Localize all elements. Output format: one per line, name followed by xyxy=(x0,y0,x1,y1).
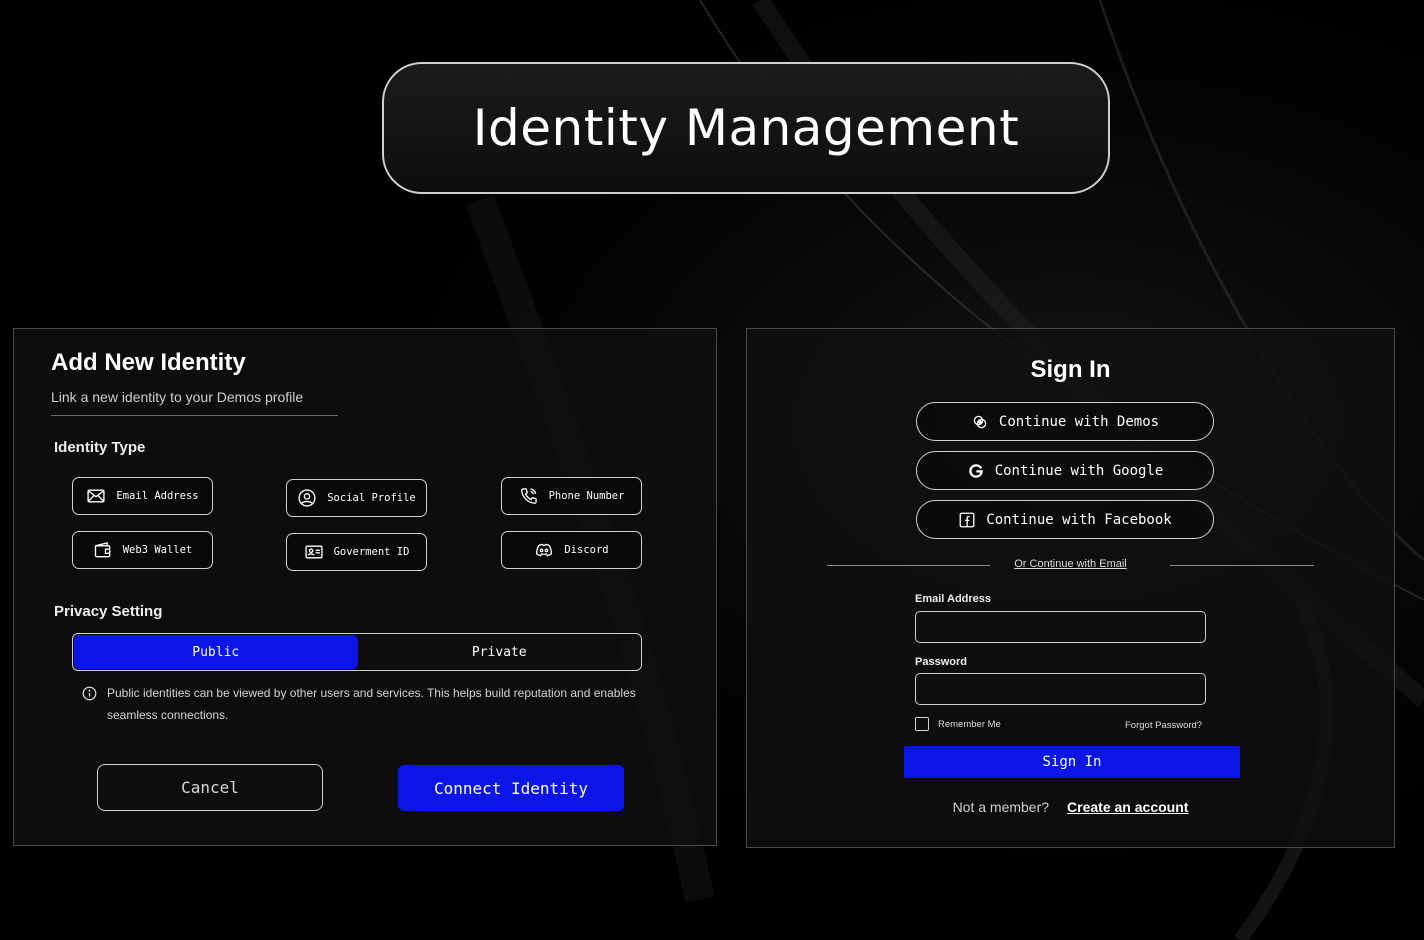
identity-type-label-text: Email Address xyxy=(116,490,199,502)
not-a-member-text: Not a member? xyxy=(952,799,1050,815)
privacy-option-private[interactable]: Private xyxy=(358,634,642,670)
email-label: Email Address xyxy=(915,593,992,605)
google-icon xyxy=(968,463,983,478)
privacy-setting-label: Privacy Setting xyxy=(54,603,163,620)
privacy-info: Public identities can be viewed by other… xyxy=(82,685,642,726)
identity-type-label-text: Web3 Wallet xyxy=(122,544,193,556)
identity-type-wallet[interactable]: Web3 Wallet xyxy=(72,531,213,569)
identity-type-phone[interactable]: Phone Number xyxy=(501,477,642,515)
sign-in-panel: Sign In Continue with Demos Continue wit… xyxy=(746,328,1395,848)
forgot-password-link[interactable]: Forgot Password? xyxy=(1125,720,1202,731)
add-identity-panel: Add New Identity Link a new identity to … xyxy=(13,328,717,846)
password-field[interactable] xyxy=(915,673,1206,705)
phone-icon xyxy=(520,488,537,504)
facebook-icon xyxy=(959,512,975,527)
title-divider xyxy=(51,415,338,416)
identity-type-email[interactable]: Email Address xyxy=(72,477,213,515)
cancel-button[interactable]: Cancel xyxy=(97,764,323,811)
identity-type-government-id[interactable]: Goverment ID xyxy=(286,533,427,571)
identity-type-label: Identity Type xyxy=(54,439,146,456)
info-icon xyxy=(82,686,97,701)
identity-type-discord[interactable]: Discord xyxy=(501,531,642,569)
email-field[interactable] xyxy=(915,611,1206,643)
hero-banner: Identity Management xyxy=(382,62,1110,194)
identity-type-label-text: Social Profile xyxy=(327,492,416,504)
remember-me-label: Remember Me xyxy=(938,718,1001,730)
privacy-info-text: Public identities can be viewed by other… xyxy=(107,686,636,722)
id-card-icon xyxy=(304,545,323,559)
oauth-label: Continue with Facebook xyxy=(986,511,1172,528)
connect-identity-button[interactable]: Connect Identity xyxy=(398,765,624,811)
password-label: Password xyxy=(915,656,967,668)
discord-icon xyxy=(536,543,553,557)
or-continue-with-email: Or Continue with Email xyxy=(1014,558,1127,570)
identity-type-label-text: Goverment ID xyxy=(333,546,410,558)
continue-with-facebook-button[interactable]: Continue with Facebook xyxy=(916,500,1214,539)
privacy-toggle: Public Private xyxy=(72,633,642,671)
create-account-link[interactable]: Create an account xyxy=(1067,799,1188,815)
identity-type-social[interactable]: Social Profile xyxy=(286,479,427,517)
privacy-option-public[interactable]: Public xyxy=(74,635,358,669)
oauth-label: Continue with Google xyxy=(994,462,1164,479)
sign-in-title: Sign In xyxy=(1030,356,1111,383)
add-identity-subtitle: Link a new identity to your Demos profil… xyxy=(51,389,304,405)
identity-type-label-text: Discord xyxy=(564,544,609,556)
remember-me-checkbox[interactable] xyxy=(915,717,929,731)
demos-logo-icon xyxy=(973,415,987,428)
identity-type-label-text: Phone Number xyxy=(548,490,625,502)
add-identity-title: Add New Identity xyxy=(51,349,246,376)
user-circle-icon xyxy=(298,489,316,507)
remember-me: Remember Me xyxy=(915,717,1001,731)
continue-with-google-button[interactable]: Continue with Google xyxy=(916,451,1214,490)
continue-with-demos-button[interactable]: Continue with Demos xyxy=(916,402,1214,441)
member-row: Not a member? Create an account xyxy=(747,799,1394,815)
sign-in-button[interactable]: Sign In xyxy=(904,746,1240,778)
wallet-icon xyxy=(94,542,111,558)
oauth-label: Continue with Demos xyxy=(998,413,1160,430)
envelope-icon xyxy=(87,489,105,503)
page-title: Identity Management xyxy=(472,99,1020,157)
